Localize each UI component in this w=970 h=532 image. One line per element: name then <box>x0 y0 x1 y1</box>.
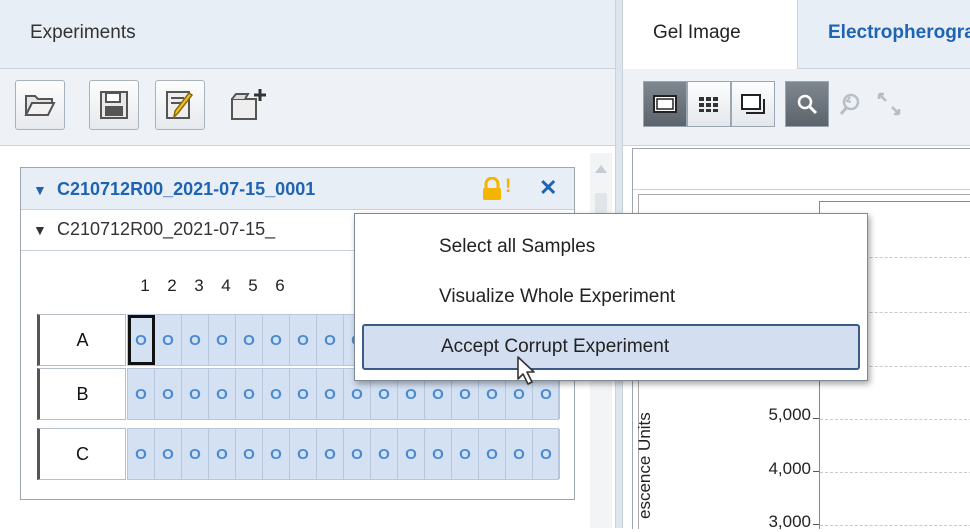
well[interactable]: O <box>236 369 263 419</box>
well[interactable]: O <box>371 429 398 479</box>
menu-item-select-all-samples[interactable]: Select all Samples <box>362 224 860 270</box>
plot-header <box>633 149 970 190</box>
close-icon[interactable]: ✕ <box>539 175 557 201</box>
overlay-view-button[interactable] <box>731 81 775 127</box>
menu-item-visualize-whole-experiment[interactable]: Visualize Whole Experiment <box>362 274 860 320</box>
well[interactable]: O <box>155 315 182 365</box>
y-tick-label: 4,000 <box>768 459 811 478</box>
row-label-a[interactable]: A <box>37 314 126 366</box>
well[interactable]: O <box>506 429 533 479</box>
row-label-b[interactable]: B <box>37 368 126 420</box>
well[interactable]: O <box>236 429 263 479</box>
well[interactable]: O <box>209 315 236 365</box>
y-tick-label: 5,000 <box>768 405 811 424</box>
save-icon <box>100 91 128 119</box>
column-number: 2 <box>167 276 177 295</box>
tab-gel-image[interactable]: Gel Image <box>623 0 798 69</box>
well[interactable]: O <box>209 429 236 479</box>
column-number: 3 <box>194 276 204 295</box>
well[interactable]: O <box>452 429 479 479</box>
chip-title: C210712R00_2021-07-15_ <box>57 219 276 239</box>
open-button[interactable] <box>15 80 65 130</box>
well[interactable]: O <box>263 315 290 365</box>
view-toolbar <box>623 69 970 146</box>
well[interactable]: O <box>128 315 155 365</box>
well[interactable]: O <box>290 429 317 479</box>
well[interactable]: O <box>182 369 209 419</box>
zoom-reset-icon <box>877 92 901 116</box>
zoom-reset-button[interactable] <box>867 81 911 127</box>
column-number: 4 <box>221 276 231 295</box>
y-tick-mark <box>813 418 819 419</box>
save-button[interactable] <box>89 80 139 130</box>
gridline <box>820 525 970 526</box>
well[interactable]: O <box>317 429 344 479</box>
experiments-toolbar <box>0 69 615 146</box>
y-tick-label: 3,000 <box>768 512 811 531</box>
well[interactable]: O <box>425 429 452 479</box>
well[interactable]: O <box>290 315 317 365</box>
well[interactable]: O <box>317 315 344 365</box>
single-view-icon <box>653 95 677 113</box>
well[interactable]: O <box>128 369 155 419</box>
tab-gel-image-label: Gel Image <box>653 22 741 43</box>
column-number: 1 <box>140 276 150 295</box>
well[interactable]: O <box>533 429 560 479</box>
well[interactable]: O <box>209 369 236 419</box>
lock-warning-icon <box>481 176 503 206</box>
experiment-header[interactable]: ▼ C210712R00_2021-07-15_0001 ! ✕ <box>21 168 574 210</box>
grid-view-icon <box>699 97 718 112</box>
well[interactable]: O <box>128 429 155 479</box>
single-view-button[interactable] <box>643 81 687 127</box>
overlay-view-icon <box>741 94 765 114</box>
experiments-panel-header: Experiments <box>0 0 615 69</box>
well-row-c: OOOOOOOOOOOOOOOO <box>127 428 560 480</box>
row-label-c[interactable]: C <box>37 428 126 480</box>
edit-button[interactable] <box>155 80 205 130</box>
menu-item-label: Select all Samples <box>439 236 596 257</box>
zoom-button[interactable] <box>785 81 829 127</box>
zoom-back-icon <box>839 93 860 115</box>
well[interactable]: O <box>263 429 290 479</box>
mouse-pointer-icon <box>510 355 544 400</box>
experiments-panel-title: Experiments <box>30 22 136 43</box>
edit-pencil-icon <box>166 91 194 120</box>
well[interactable]: O <box>290 369 317 419</box>
well[interactable]: O <box>263 369 290 419</box>
grid-view-button[interactable] <box>687 81 731 127</box>
gridline <box>820 419 970 420</box>
well[interactable]: O <box>155 429 182 479</box>
column-number: 5 <box>248 276 258 295</box>
scroll-up-icon[interactable] <box>590 153 612 183</box>
y-tick-mark <box>813 471 819 472</box>
new-experiment-button[interactable] <box>222 80 274 130</box>
y-tick-mark <box>813 524 819 525</box>
gridline <box>820 472 970 473</box>
well[interactable]: O <box>155 369 182 419</box>
folder-open-icon <box>24 95 56 116</box>
collapse-triangle-icon[interactable]: ▼ <box>33 222 47 238</box>
well[interactable]: O <box>344 429 371 479</box>
lock-warning-mark: ! <box>505 176 512 197</box>
experiment-title: C210712R00_2021-07-15_0001 <box>57 179 316 199</box>
column-number: 6 <box>275 276 285 295</box>
magnifier-icon <box>797 94 818 115</box>
menu-item-accept-corrupt-experiment[interactable]: Accept Corrupt Experiment <box>362 324 860 370</box>
view-tabs: Gel Image Electropherogram <box>623 0 970 69</box>
well[interactable]: O <box>236 315 263 365</box>
menu-item-label: Accept Corrupt Experiment <box>441 336 670 357</box>
well[interactable]: O <box>479 429 506 479</box>
menu-item-label: Visualize Whole Experiment <box>439 286 676 307</box>
collapse-triangle-icon[interactable]: ▼ <box>33 182 47 198</box>
tab-electropherogram[interactable]: Electropherogram <box>828 22 970 44</box>
well[interactable]: O <box>317 369 344 419</box>
well[interactable]: O <box>182 429 209 479</box>
well[interactable]: O <box>398 429 425 479</box>
new-document-icon <box>231 89 266 120</box>
context-menu: Select all Samples Visualize Whole Exper… <box>354 213 868 381</box>
well[interactable]: O <box>182 315 209 365</box>
